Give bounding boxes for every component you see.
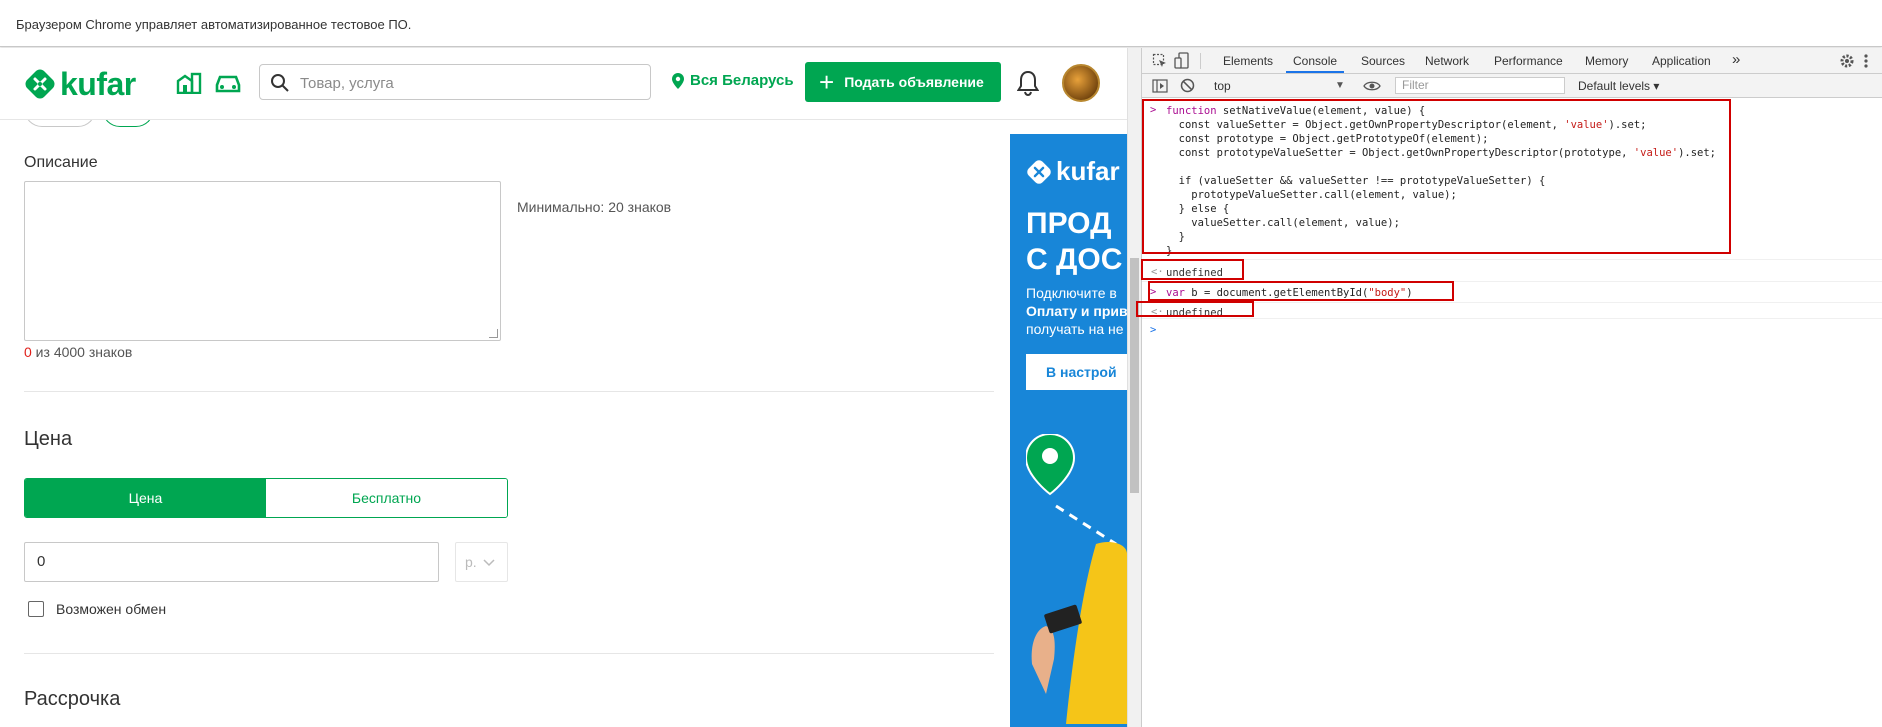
banner-headline: ПРОД С ДОС [1026, 206, 1122, 278]
char-count: 0 [24, 344, 32, 360]
kufar-page: kufar Вся Беларусь + Подат [0, 48, 1127, 727]
region-selector[interactable]: Вся Беларусь [672, 72, 794, 89]
price-type-toggle: Цена Бесплатно [24, 478, 508, 518]
toolbar-divider [1200, 53, 1201, 69]
banner-text: Подключите в Оплату и прив получать на н… [1026, 284, 1127, 338]
ad-banner[interactable]: kufar ПРОД С ДОС Подключите в Оплату и п… [1010, 134, 1127, 727]
devtools-panel: Elements Console Sources Network Perform… [1136, 48, 1882, 727]
banner-headline-line2: С ДОС [1026, 243, 1123, 276]
live-expression-eye-icon[interactable] [1363, 80, 1381, 92]
banner-text-line2: Оплату и прив [1026, 303, 1127, 319]
tab-application[interactable]: Application [1652, 54, 1711, 68]
entry-divider [1142, 318, 1882, 319]
exchange-checkbox[interactable] [28, 601, 44, 617]
site-header: kufar Вся Беларусь + Подат [0, 48, 1127, 120]
price-input[interactable]: 0 [24, 542, 439, 582]
banner-logo: kufar [1026, 156, 1120, 187]
price-heading: Цена [24, 428, 73, 450]
plus-icon: + [819, 67, 835, 97]
resize-grip-icon[interactable] [489, 329, 498, 338]
location-pin-icon [672, 72, 684, 89]
active-tab-indicator [1286, 71, 1344, 73]
console-toolbar: top ▼ Filter Default levels ▾ [1142, 74, 1882, 98]
more-options-icon[interactable] [1864, 53, 1868, 69]
currency-select[interactable]: р. [455, 542, 508, 582]
char-limit: из 4000 знаков [31, 344, 133, 360]
device-toolbar-icon[interactable] [1174, 52, 1190, 70]
post-ad-label: Подать объявление [844, 74, 984, 90]
settings-gear-icon[interactable] [1839, 53, 1855, 69]
map-pin-illustration [1026, 434, 1127, 724]
user-avatar[interactable] [1062, 64, 1100, 102]
devtools-tabbar: Elements Console Sources Network Perform… [1142, 48, 1882, 74]
real-estate-icon[interactable] [176, 72, 202, 94]
region-label: Вся Беларусь [690, 72, 794, 89]
description-hint: Минимально: 20 знаков [517, 199, 672, 215]
page-scrollbar[interactable] [1127, 48, 1141, 727]
tab-price[interactable]: Цена [25, 479, 266, 517]
car-icon[interactable] [214, 72, 242, 94]
description-textarea[interactable] [24, 181, 501, 341]
exchange-label: Возможен обмен [56, 601, 167, 617]
more-tabs-icon[interactable]: » [1732, 51, 1740, 68]
highlight-box [1148, 281, 1454, 301]
kufar-logo-icon [25, 69, 55, 99]
banner-text-line1: Подключите в [1026, 285, 1117, 301]
post-ad-button[interactable]: + Подать объявление [805, 62, 1001, 102]
inspect-element-icon[interactable] [1152, 53, 1168, 69]
tab-network[interactable]: Network [1425, 54, 1469, 68]
search-box[interactable] [259, 64, 651, 100]
tab-performance[interactable]: Performance [1494, 54, 1563, 68]
dropdown-arrow-icon[interactable]: ▼ [1335, 80, 1345, 91]
char-counter: 0 из 4000 знаков [24, 344, 132, 360]
clear-console-icon[interactable] [1180, 78, 1195, 93]
search-input[interactable] [298, 71, 642, 95]
tab-elements[interactable]: Elements [1223, 54, 1273, 68]
tab-sources[interactable]: Sources [1361, 54, 1405, 68]
divider [24, 391, 994, 392]
console-input-prompt[interactable]: > [1150, 324, 1156, 336]
entry-divider [1142, 259, 1882, 260]
logo-text: kufar [60, 65, 136, 102]
bell-icon[interactable] [1017, 70, 1039, 96]
show-sidebar-icon[interactable] [1152, 79, 1168, 93]
banner-text-line3: получать на не [1026, 321, 1124, 337]
banner-logo-text: kufar [1056, 156, 1120, 186]
tab-console[interactable]: Console [1293, 54, 1337, 68]
highlight-box [1142, 99, 1731, 254]
infobar-text: Браузером Chrome управляет автоматизиров… [16, 17, 412, 32]
description-label: Описание [24, 154, 98, 171]
kufar-logo[interactable]: kufar [24, 66, 136, 102]
chevron-down-icon [483, 559, 495, 567]
scrollbar-thumb[interactable] [1130, 258, 1139, 493]
console-filter-input[interactable]: Filter [1395, 77, 1565, 94]
tab-free[interactable]: Бесплатно [266, 479, 507, 517]
banner-headline-line1: ПРОД [1026, 207, 1112, 240]
kufar-logo-icon [1027, 159, 1051, 184]
currency-label: р. [465, 554, 477, 570]
highlight-box [1136, 301, 1254, 317]
search-icon [271, 74, 289, 92]
tab-memory[interactable]: Memory [1585, 54, 1628, 68]
installment-heading: Рассрочка [24, 688, 121, 710]
banner-button[interactable]: В настрой [1026, 354, 1127, 390]
automation-infobar: Браузером Chrome управляет автоматизиров… [0, 0, 1882, 47]
divider [24, 653, 994, 654]
highlight-box [1141, 259, 1244, 280]
context-selector[interactable]: top [1214, 79, 1231, 93]
log-levels-dropdown[interactable]: Default levels ▾ [1578, 79, 1659, 93]
